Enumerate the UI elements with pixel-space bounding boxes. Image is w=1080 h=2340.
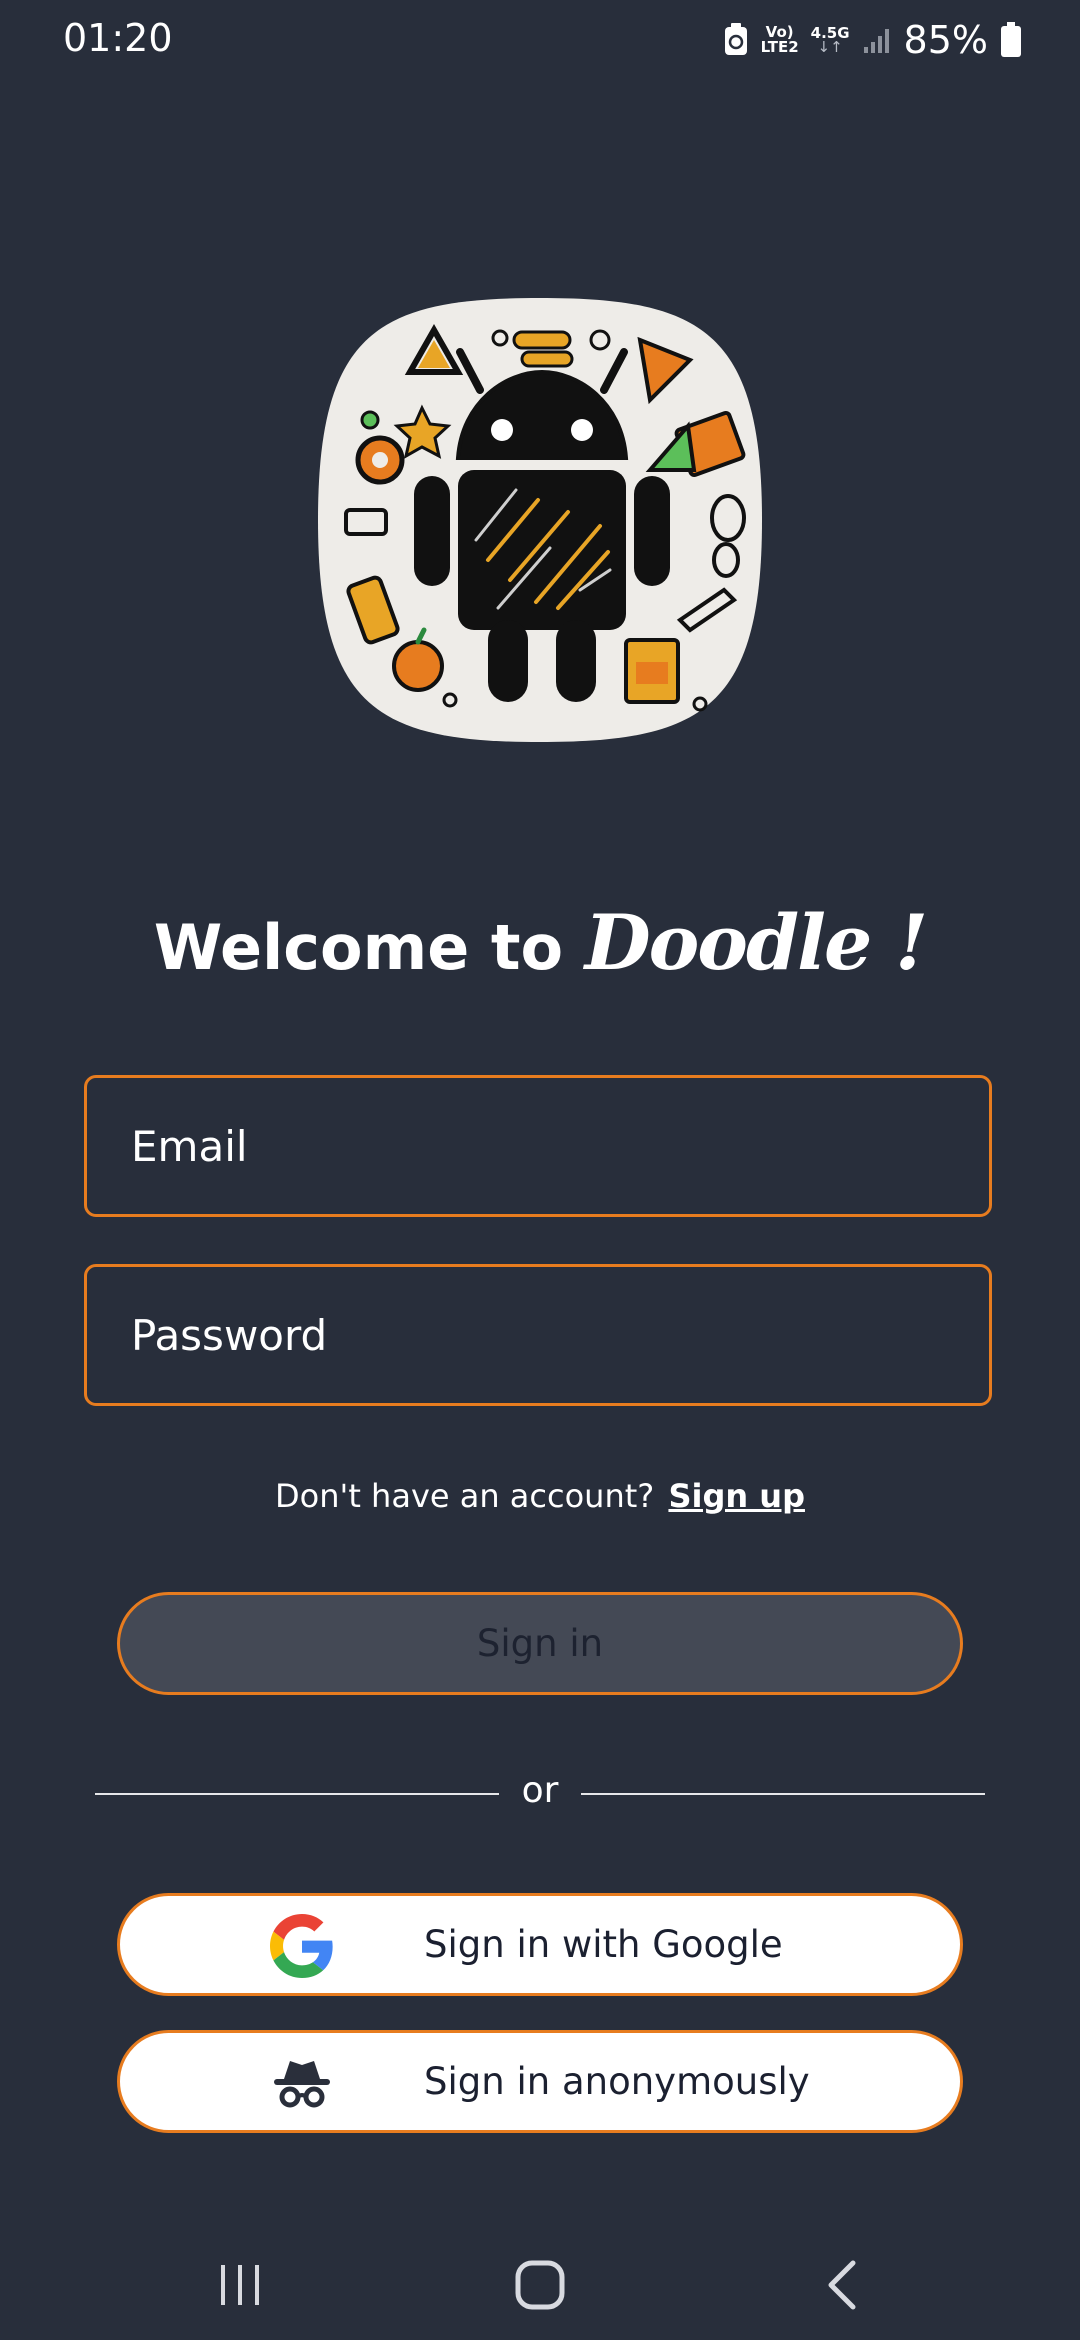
signup-row: Don't have an account? Sign up (0, 1477, 1080, 1515)
volte-icon: Vo) LTE2 (760, 23, 799, 56)
or-text: or (521, 1770, 559, 1811)
email-input[interactable] (129, 1120, 989, 1172)
navigation-bar (0, 2230, 1080, 2340)
google-sign-in-label: Sign in with Google (424, 1923, 783, 1966)
sign-in-button[interactable]: Sign in (117, 1592, 963, 1695)
battery-icon (1000, 22, 1022, 58)
status-time: 01:20 (63, 16, 173, 60)
google-sign-in-button[interactable]: Sign in with Google (117, 1893, 963, 1996)
welcome-title: Welcome to Doodle ! (0, 898, 1080, 987)
anonymous-sign-in-button[interactable]: Sign in anonymously (117, 2030, 963, 2133)
app-logo (310, 290, 770, 750)
signal-icon (862, 25, 892, 55)
divider-right (581, 1793, 985, 1795)
google-icon (270, 1914, 334, 1978)
home-button[interactable] (500, 2250, 580, 2320)
battery-percentage: 85% (903, 18, 988, 62)
data-arrows-icon: 4.5G ↓↑ (810, 24, 850, 56)
password-input[interactable] (129, 1309, 989, 1361)
recents-button[interactable] (200, 2250, 280, 2320)
anonymous-sign-in-label: Sign in anonymously (424, 2060, 810, 2103)
recents-icon (221, 2265, 259, 2305)
signup-link[interactable]: Sign up (668, 1477, 805, 1515)
status-icons: Vo) LTE2 4.5G ↓↑ 85% (723, 18, 1022, 62)
status-bar: 01:20 Vo) LTE2 4.5G ↓↑ 85% (0, 0, 1080, 80)
password-field[interactable] (84, 1264, 992, 1406)
back-button[interactable] (803, 2250, 883, 2320)
back-icon (828, 2260, 856, 2310)
data-saver-icon (723, 23, 749, 57)
sign-in-label: Sign in (476, 1622, 604, 1665)
brand-name: Doodle ! (584, 898, 928, 987)
signup-prompt: Don't have an account? (275, 1477, 655, 1515)
welcome-prefix: Welcome to (153, 911, 564, 984)
email-field[interactable] (84, 1075, 992, 1217)
android-doodle-logo (318, 298, 762, 742)
login-screen: 01:20 Vo) LTE2 4.5G ↓↑ 85% Welcome to Do… (0, 0, 1080, 2340)
home-icon (515, 2260, 565, 2310)
incognito-icon (270, 2051, 334, 2115)
